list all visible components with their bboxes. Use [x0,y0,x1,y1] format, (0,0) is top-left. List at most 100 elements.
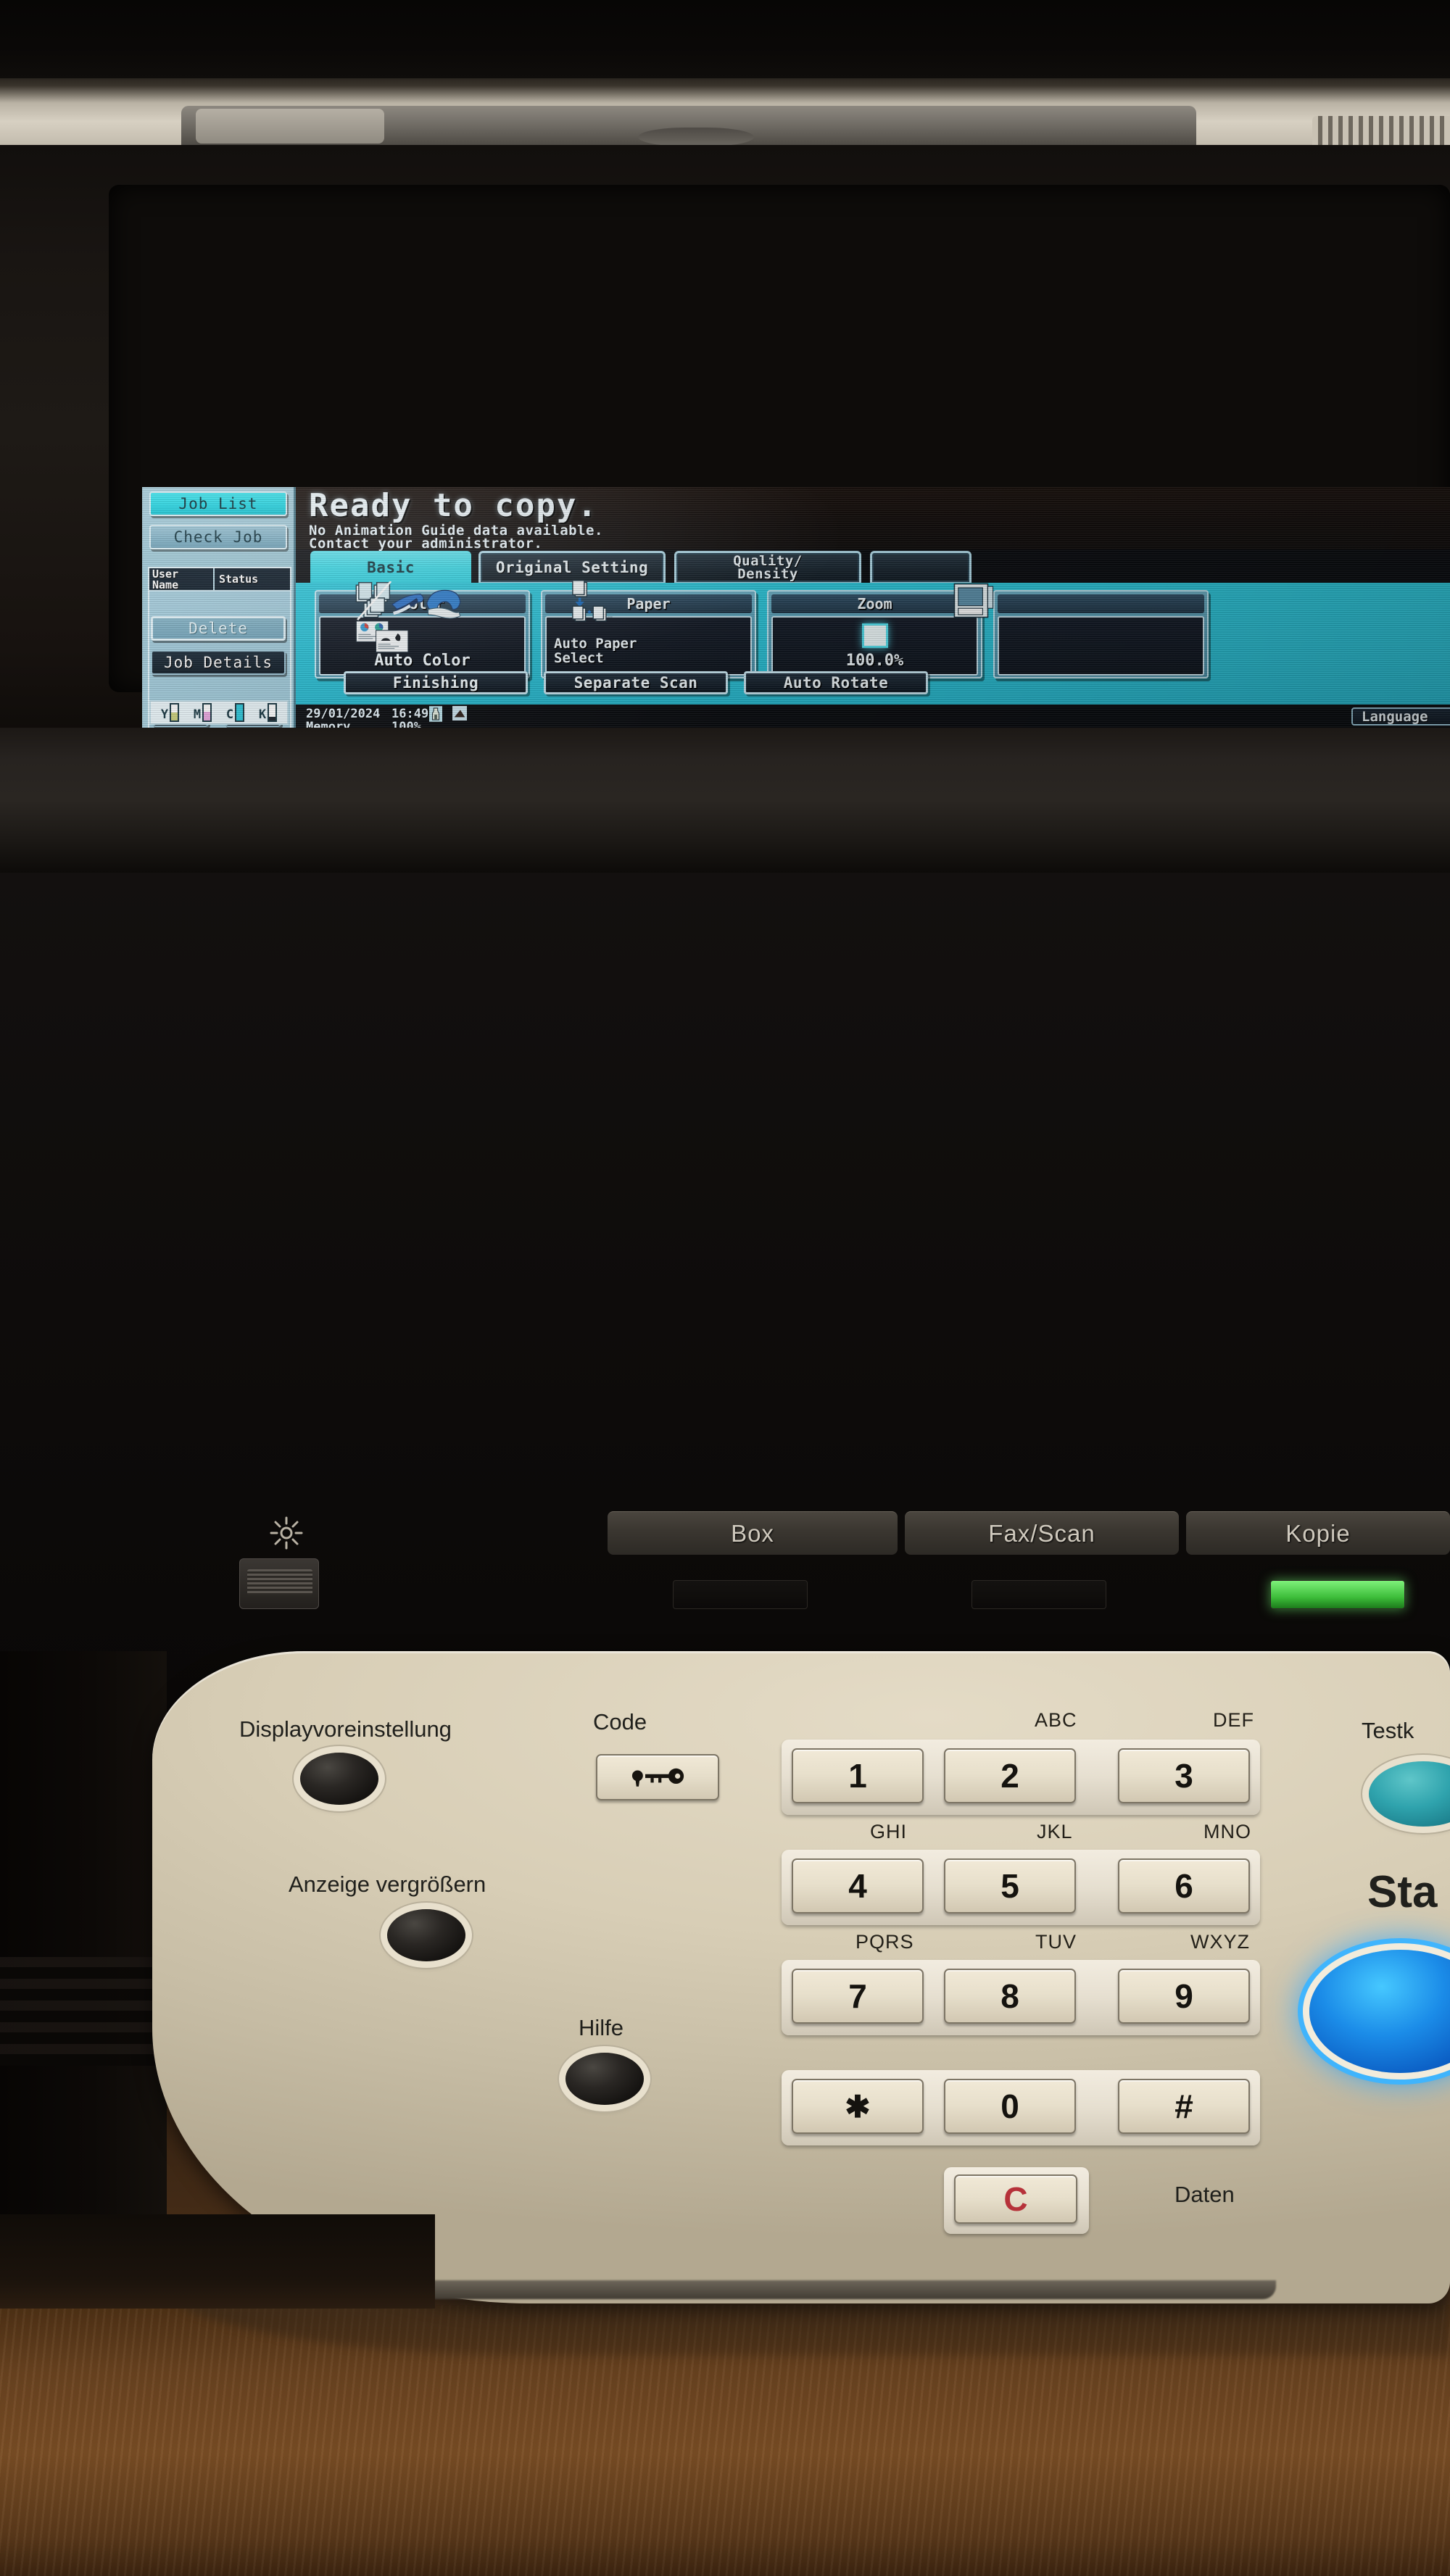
key-hint-3: DEF [1213,1709,1254,1731]
toner-vial-m [202,703,212,722]
separate-scan-icon: ... [572,580,613,622]
keypad-key-8-label: 8 [1000,1977,1019,2015]
tab-basic-label: Basic [367,558,415,576]
hardware-button-strip [0,728,1450,873]
zoom-card-body: 100.0% [771,616,978,676]
mode-button-box-label: Box [731,1519,774,1547]
separate-scan-label: Separate Scan [573,674,698,691]
tab-extra[interactable] [870,551,972,584]
led-indicator-box [673,1580,808,1609]
key-hint-8: TUV [1035,1931,1077,1953]
delete-button[interactable]: Delete [151,616,286,641]
zoom-card-title: Zoom [771,594,978,613]
keypad-key-7[interactable]: 7 [792,1969,924,2024]
delete-label: Delete [188,620,248,637]
toner-vial-k [268,703,278,722]
keypad-key-1-label: 1 [848,1757,867,1795]
language-button[interactable]: Language [1351,707,1450,726]
paper-tray-icon [452,706,467,720]
code-label: Code [593,1709,647,1734]
paper-card-body: Auto Paper Select [545,616,752,676]
keypad-key-star-label: ✱ [845,2089,871,2124]
toner-vial-y [170,703,180,722]
enlarge-display-button[interactable] [387,1909,465,1961]
printer-top-lid [0,0,1450,158]
column-status: Status [219,573,259,586]
duplex-card-title [998,594,1204,613]
auto-rotate-button[interactable]: Auto Rotate [744,671,928,694]
key-hint-5: JKL [1037,1821,1073,1842]
key-hint-4: GHI [870,1821,908,1842]
mode-button-fax-scan[interactable]: Fax/Scan [905,1511,1179,1555]
duplex-card[interactable] [993,590,1209,678]
auto-rotate-label: Auto Rotate [783,674,889,691]
toner-gauge-k: K [258,703,278,722]
tab-quality-density[interactable]: Quality/ Density [674,551,861,584]
separate-scan-button[interactable]: Separate Scan [544,671,728,694]
keypad-key-9[interactable]: 9 [1118,1969,1250,2024]
footer-memory-label: Memory [306,720,351,728]
finishing-label: Finishing [392,674,479,691]
mode-button-kopie[interactable]: Kopie [1186,1511,1450,1555]
panel-bottom-lip [406,2280,1276,2299]
key-hint-7: PQRS [856,1931,914,1953]
brightness-sun-icon [270,1516,303,1550]
job-list-button[interactable]: Job List [149,491,287,516]
keypad-key-7-label: 7 [848,1977,867,2015]
keypad-key-5[interactable]: 5 [944,1858,1076,1914]
main-copy-area: Ready to copy. No Animation Guide data a… [296,487,1450,728]
auto-rotate-icon [953,583,994,618]
keypad-key-9-label: 9 [1174,1977,1193,2015]
job-details-button[interactable]: Job Details [151,650,286,675]
keypad-key-star[interactable]: ✱ [792,2079,924,2134]
key-hint-6: MNO [1204,1821,1251,1842]
panel-base-shadow [0,2214,435,2309]
keypad-key-3[interactable]: 3 [1118,1748,1250,1803]
basic-tab-content: Color Auto Color Paper Auto Paper Select… [296,580,1450,705]
tab-basic[interactable]: Basic [310,551,471,584]
help-button[interactable] [566,2053,644,2105]
keypad-key-0[interactable]: 0 [944,2079,1076,2134]
status-sub-line-2: Contact your administrator. [309,536,543,552]
finishing-staple-punch-icon [355,581,461,621]
duplex-card-body [998,616,1204,676]
toner-gauge-c: C [225,703,245,722]
clear-key-label: C [1003,2180,1028,2218]
keypad-key-3-label: 3 [1174,1757,1193,1795]
toner-label-k: K [258,707,267,722]
clear-key[interactable]: C [954,2174,1077,2224]
brightness-slider[interactable] [239,1558,319,1609]
toner-bottle-icon [429,706,442,722]
lid-grip [638,128,754,146]
mode-button-box[interactable]: Box [608,1511,898,1555]
code-key-button[interactable] [596,1754,719,1800]
key-lock-icon [631,1768,684,1787]
zoom-square-icon [861,623,888,648]
check-job-button[interactable]: Check Job [149,525,287,549]
toner-gauge-m: M [194,703,212,722]
panel-left-shadow [0,1651,167,2245]
display-preset-button[interactable] [300,1753,378,1805]
color-card-value: Auto Color [374,652,471,670]
keypad-key-4-label: 4 [848,1867,867,1905]
finishing-button[interactable]: Finishing [344,671,528,694]
tab-bar: Basic Original Setting Quality/ Density [296,549,1450,584]
check-job-label: Check Job [173,528,263,546]
footer-time: 16:49 [392,707,429,721]
keypad-key-6[interactable]: 6 [1118,1858,1250,1914]
tab-original-setting-label: Original Setting [495,558,649,576]
footer-memory-value: 100% [392,720,421,728]
status-footer: 29/01/2024 Memory 16:49 100% Language [296,705,1450,728]
key-hint-9: WXYZ [1190,1931,1250,1953]
start-label: Sta [1367,1867,1438,1917]
keypad-key-1[interactable]: 1 [792,1748,924,1803]
keypad-key-8[interactable]: 8 [944,1969,1076,2024]
keypad-key-4[interactable]: 4 [792,1858,924,1914]
keypad-key-hash[interactable]: # [1118,2079,1250,2134]
toner-label-c: C [225,707,234,722]
keypad-key-2[interactable]: 2 [944,1748,1076,1803]
toner-level-gauges: Y M C K [149,700,289,725]
test-copy-label: Testk [1362,1718,1414,1743]
keypad-key-6-label: 6 [1174,1867,1193,1905]
lcd-touchscreen[interactable]: Job List Check Job User Name Status Dele… [142,487,1450,728]
